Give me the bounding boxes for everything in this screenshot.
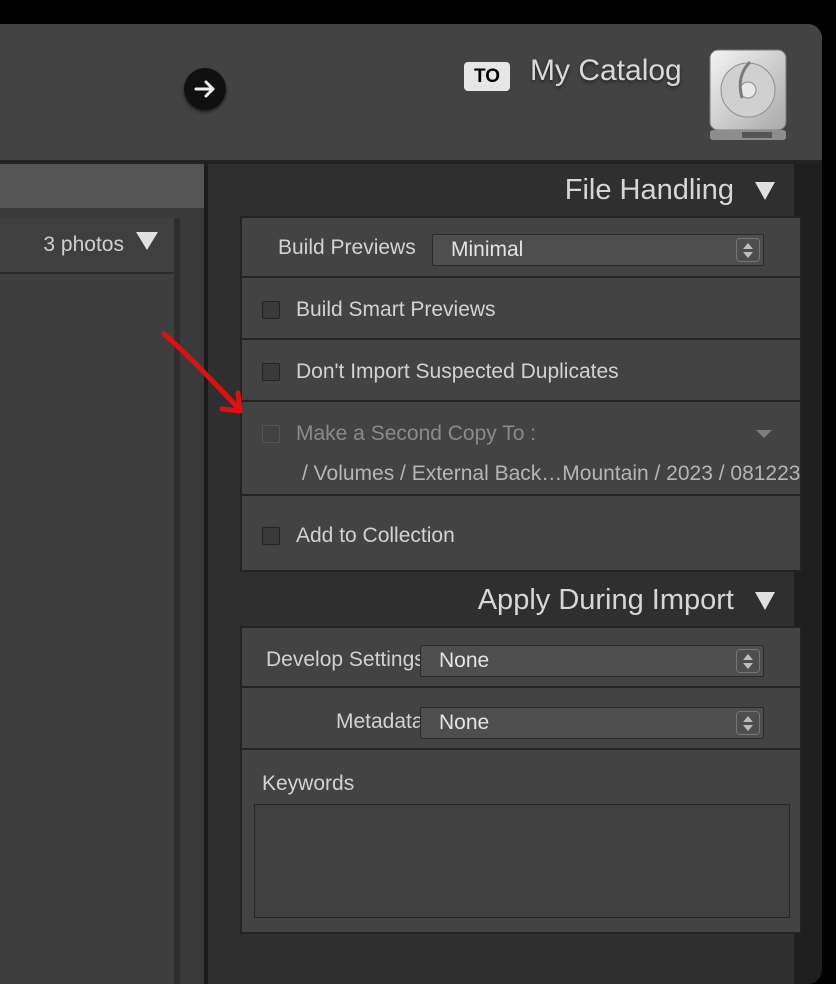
build-previews-label: Build Previews [278, 236, 416, 259]
second-copy-path[interactable]: / Volumes / External Back…Mountain / 202… [302, 462, 800, 486]
chevron-down-icon[interactable] [756, 430, 772, 438]
top-bar: TO My Catalog [0, 24, 822, 160]
dont-import-duplicates-checkbox[interactable] [262, 363, 280, 381]
metadata-label: Metadata [336, 710, 424, 733]
updown-stepper-icon [736, 711, 760, 735]
photo-grid-area [0, 274, 174, 984]
add-to-collection-label[interactable]: Add to Collection [296, 524, 455, 548]
develop-settings-label: Develop Settings [266, 648, 425, 671]
triangle-down-icon[interactable] [755, 592, 775, 610]
second-copy-label[interactable]: Make a Second Copy To : [296, 422, 536, 446]
triangle-down-icon[interactable] [136, 232, 158, 250]
build-smart-previews-label[interactable]: Build Smart Previews [296, 298, 496, 322]
arrow-right-icon [194, 80, 215, 98]
photos-count: 3 photos [43, 233, 124, 256]
develop-settings-value: None [439, 649, 490, 672]
left-toolbar-strip [0, 164, 204, 208]
metadata-select[interactable]: None [420, 707, 764, 739]
build-previews-value: Minimal [451, 238, 524, 261]
destination-badge: TO [464, 62, 510, 91]
develop-settings-row: Develop Settings None [240, 626, 802, 688]
second-copy-checkbox[interactable] [262, 425, 280, 443]
dont-import-duplicates-label[interactable]: Don't Import Suspected Duplicates [296, 360, 619, 384]
build-smart-previews-row: Build Smart Previews [240, 276, 802, 340]
second-copy-row: Make a Second Copy To : / Volumes / Exte… [240, 400, 802, 496]
add-to-collection-checkbox[interactable] [262, 527, 280, 545]
apply-during-import-title[interactable]: Apply During Import [478, 584, 734, 617]
catalog-title[interactable]: My Catalog [530, 54, 682, 88]
forward-button[interactable] [184, 68, 226, 110]
photos-header: 3 photos [0, 218, 174, 274]
build-smart-previews-checkbox[interactable] [262, 301, 280, 319]
build-previews-select[interactable]: Minimal [432, 234, 764, 266]
dont-import-duplicates-row: Don't Import Suspected Duplicates [240, 338, 802, 402]
hard-drive-icon[interactable] [706, 46, 792, 142]
updown-stepper-icon [736, 238, 760, 262]
develop-settings-select[interactable]: None [420, 645, 764, 677]
left-scrollbar[interactable] [174, 218, 180, 984]
add-to-collection-row: Add to Collection [240, 494, 802, 572]
file-handling-title[interactable]: File Handling [565, 174, 734, 207]
build-previews-row: Build Previews Minimal [240, 216, 802, 278]
keywords-input[interactable] [254, 804, 790, 918]
updown-stepper-icon [736, 649, 760, 673]
metadata-value: None [439, 711, 490, 734]
keywords-label: Keywords [262, 772, 355, 795]
metadata-row: Metadata None [240, 686, 802, 750]
triangle-down-icon[interactable] [755, 182, 775, 200]
